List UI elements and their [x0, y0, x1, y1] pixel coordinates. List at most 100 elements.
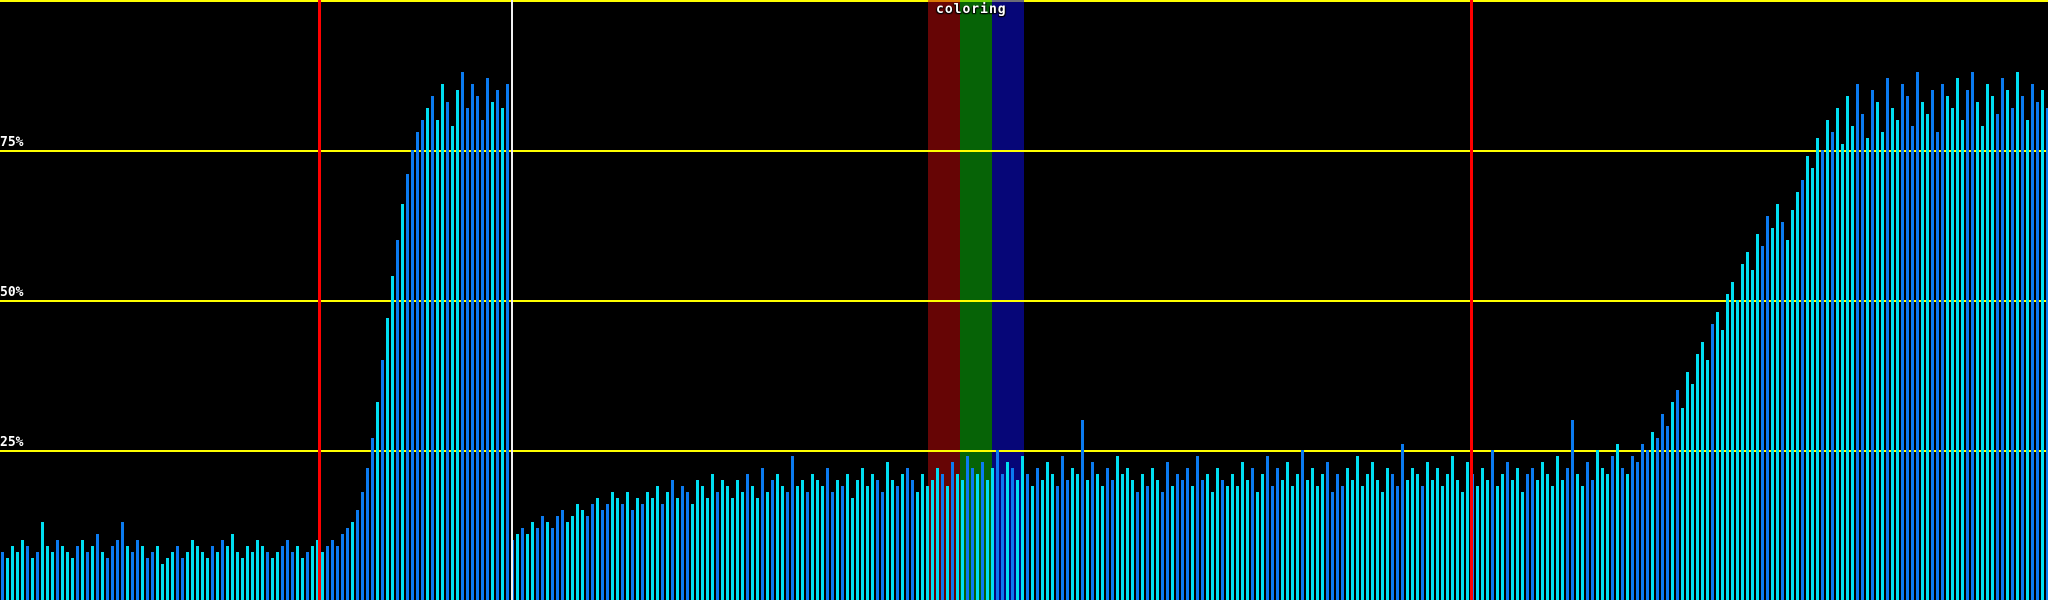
bar-300 [1501, 474, 1504, 600]
bar-244 [1221, 480, 1224, 600]
bar-114 [571, 516, 574, 600]
bar-315 [1576, 474, 1579, 600]
bar-351 [1756, 234, 1759, 600]
bar-307 [1536, 480, 1539, 600]
bar-206 [1031, 486, 1034, 600]
bar-16 [81, 540, 84, 600]
bar-143 [716, 492, 719, 600]
bar-253 [1266, 456, 1269, 600]
bar-221 [1106, 468, 1109, 600]
gridline-75 [0, 150, 2048, 152]
bar-210 [1051, 474, 1054, 600]
bar-44 [221, 540, 224, 600]
bar-368 [1841, 144, 1844, 600]
bar-118 [591, 504, 594, 600]
bar-215 [1076, 474, 1079, 600]
bar-116 [581, 510, 584, 600]
bar-33 [166, 558, 169, 600]
bar-226 [1131, 480, 1134, 600]
bar-42 [211, 546, 214, 600]
bar-408 [2041, 90, 2044, 600]
bar-402 [2011, 108, 2014, 600]
bar-324 [1621, 468, 1624, 600]
bar-296 [1481, 468, 1484, 600]
bar-160 [801, 480, 804, 600]
bar-188 [941, 474, 944, 600]
bar-197 [986, 480, 989, 600]
bar-124 [621, 504, 624, 600]
bar-93 [466, 108, 469, 600]
bar-0 [1, 552, 4, 600]
bar-273 [1366, 474, 1369, 600]
bar-178 [891, 480, 894, 600]
bar-342 [1711, 324, 1714, 600]
bar-394 [1971, 72, 1974, 600]
y-axis-label-75: 75% [0, 135, 24, 150]
bar-37 [186, 552, 189, 600]
bar-79 [396, 240, 399, 600]
bar-317 [1586, 462, 1589, 600]
bar-285 [1426, 462, 1429, 600]
bar-270 [1351, 480, 1354, 600]
bar-205 [1026, 474, 1029, 600]
bar-379 [1896, 120, 1899, 600]
bar-222 [1111, 480, 1114, 600]
bar-3 [16, 552, 19, 600]
bar-218 [1091, 462, 1094, 600]
bar-142 [711, 474, 714, 600]
bar-216 [1081, 420, 1084, 600]
bar-27 [136, 540, 139, 600]
bar-30 [151, 552, 154, 600]
bar-354 [1771, 228, 1774, 600]
bar-276 [1381, 492, 1384, 600]
bar-157 [786, 492, 789, 600]
bar-53 [266, 552, 269, 600]
bar-183 [916, 492, 919, 600]
bar-25 [126, 546, 129, 600]
bar-318 [1591, 480, 1594, 600]
bar-373 [1866, 138, 1869, 600]
bar-380 [1901, 84, 1904, 600]
bar-338 [1691, 384, 1694, 600]
bar-55 [276, 552, 279, 600]
bar-66 [331, 540, 334, 600]
bar-147 [736, 480, 739, 600]
bar-52 [261, 546, 264, 600]
bar-46 [231, 534, 234, 600]
bar-87 [436, 120, 439, 600]
bar-328 [1641, 444, 1644, 600]
bar-187 [936, 468, 939, 600]
bar-167 [836, 480, 839, 600]
bar-85 [426, 108, 429, 600]
waveform-chart: 75% 50% 25% coloring [0, 0, 2048, 600]
bar-159 [796, 486, 799, 600]
bar-145 [726, 486, 729, 600]
bar-47 [236, 552, 239, 600]
bar-252 [1261, 474, 1264, 600]
bar-386 [1931, 90, 1934, 600]
bar-305 [1526, 474, 1529, 600]
y-axis-label-50: 50% [0, 285, 24, 300]
bar-141 [706, 498, 709, 600]
bar-31 [156, 546, 159, 600]
bar-75 [376, 402, 379, 600]
bar-256 [1281, 480, 1284, 600]
bar-186 [931, 480, 934, 600]
bar-54 [271, 558, 274, 600]
bar-391 [1956, 78, 1959, 600]
bar-383 [1916, 72, 1919, 600]
bar-174 [871, 474, 874, 600]
bar-369 [1846, 96, 1849, 600]
bar-59 [296, 546, 299, 600]
bar-184 [921, 474, 924, 600]
bar-200 [1001, 474, 1004, 600]
bar-177 [886, 462, 889, 600]
bar-363 [1816, 138, 1819, 600]
bar-171 [856, 480, 859, 600]
bar-185 [926, 486, 929, 600]
bar-398 [1991, 96, 1994, 600]
bar-11 [56, 540, 59, 600]
marker-line-white [511, 0, 513, 600]
bar-29 [146, 558, 149, 600]
bar-107 [536, 528, 539, 600]
